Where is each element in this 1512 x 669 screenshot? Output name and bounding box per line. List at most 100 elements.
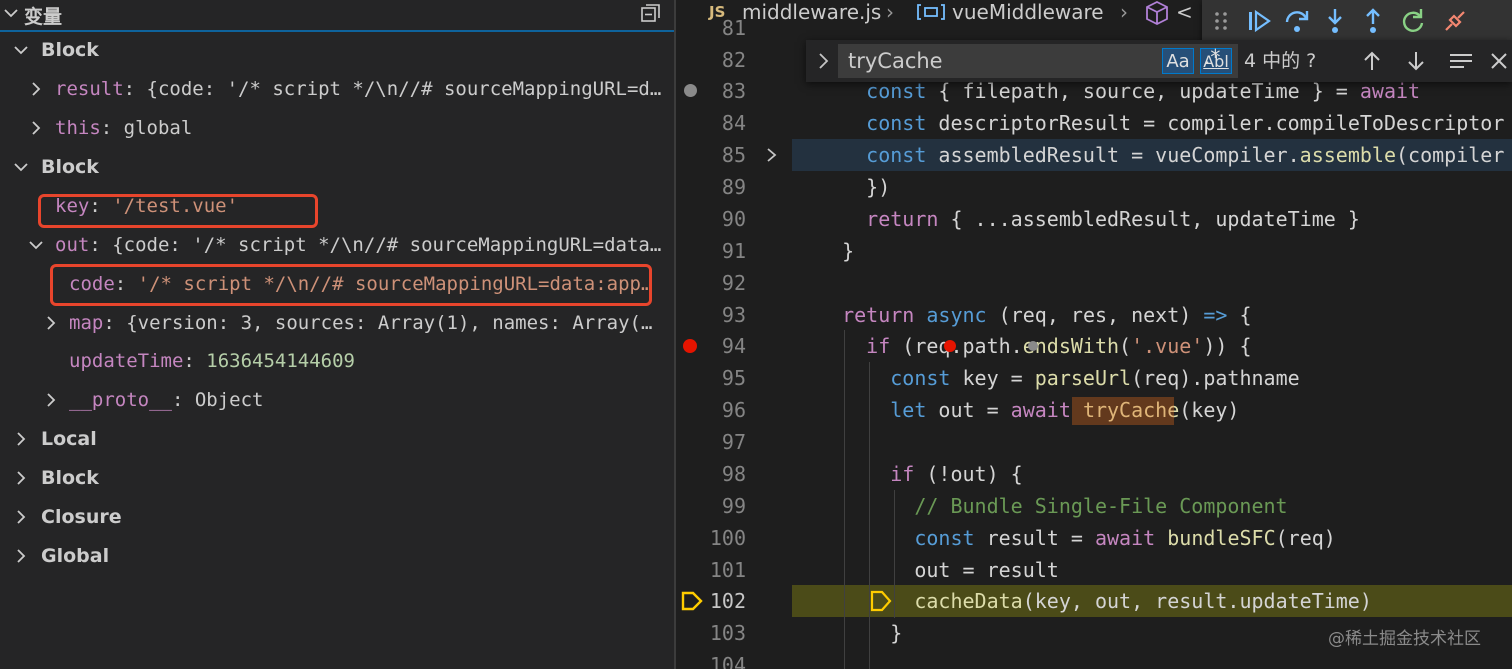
find-result-count: 4 中的 ? <box>1244 50 1317 72</box>
stack-frame-icon <box>870 590 892 612</box>
line-number: 84 <box>721 111 746 135</box>
scope-row[interactable]: Block <box>0 459 674 498</box>
code-line[interactable]: // Bundle Single-File Component <box>818 490 1287 522</box>
close-icon[interactable] <box>1488 49 1510 73</box>
code-line[interactable]: return { ...assembledResult, updateTime … <box>818 203 1360 235</box>
line-number: 103 <box>709 621 746 645</box>
toggle-replace-chevron-icon[interactable] <box>816 51 832 71</box>
code-line[interactable]: return async (req, res, next) => { <box>818 299 1251 331</box>
code-line[interactable]: } <box>818 235 854 267</box>
code-line[interactable]: const key = parseUrl(req).pathname <box>818 362 1299 394</box>
scope-row[interactable]: Local <box>0 420 674 459</box>
drag-handle-icon[interactable] <box>1206 6 1236 36</box>
variable-value: {code: '/* script */\n//# sourceMappingU… <box>112 234 662 256</box>
line-number: 89 <box>721 175 746 199</box>
disconnect-icon[interactable] <box>1440 6 1470 36</box>
chevron-right-icon[interactable] <box>42 391 60 409</box>
find-input-value[interactable]: tryCache <box>848 45 943 77</box>
line-number: 82 <box>721 48 746 72</box>
code-line[interactable]: out = result <box>818 554 1059 586</box>
scope-row[interactable]: Closure <box>0 498 674 537</box>
variable-name: updateTime <box>69 350 184 372</box>
variable-row[interactable]: __proto__: Object <box>0 381 674 420</box>
scope-row[interactable]: Global <box>0 537 674 576</box>
chevron-down-icon[interactable] <box>27 236 45 254</box>
previous-match-icon[interactable] <box>1360 49 1384 73</box>
breadcrumb-file[interactable]: middleware.js <box>742 0 881 24</box>
disabled-breakpoint-icon[interactable] <box>684 84 697 97</box>
variable-value: Object <box>194 389 264 411</box>
chevron-right-icon[interactable] <box>27 80 45 98</box>
breadcrumb-separator: › <box>886 0 894 24</box>
step-out-icon[interactable] <box>1358 6 1388 36</box>
variable-row[interactable]: result: {code: '/* script */\n//# source… <box>0 70 674 109</box>
chevron-right-icon[interactable] <box>27 119 45 137</box>
chevron-right-icon[interactable] <box>12 469 30 487</box>
variable-separator: : <box>183 350 207 372</box>
variable-name: map <box>69 312 104 334</box>
variable-row[interactable]: this: global <box>0 109 674 148</box>
code-line[interactable]: if (!out) { <box>818 458 1022 490</box>
watermark: @稀土掘金技术社区 <box>1328 629 1481 649</box>
inline-breakpoint-hint-icon[interactable] <box>1028 341 1038 351</box>
variable-separator: : <box>103 312 127 334</box>
line-number: 90 <box>721 207 746 231</box>
line-number: 93 <box>721 303 746 327</box>
search-match-highlight <box>1072 397 1174 425</box>
breadcrumb-symbol[interactable]: vueMiddleware <box>952 0 1104 24</box>
chevron-right-icon[interactable] <box>12 508 30 526</box>
regex-toggle-label[interactable]: .* <box>1204 45 1220 69</box>
line-number: 91 <box>721 239 746 263</box>
variable-row[interactable]: updateTime: 1636454144609 <box>0 342 674 381</box>
code-line[interactable]: const descriptorResult = compiler.compil… <box>818 107 1504 139</box>
chevron-down-icon[interactable] <box>12 158 30 176</box>
variables-header[interactable]: 变量 <box>0 0 674 28</box>
variable-separator: : <box>100 117 124 139</box>
code-line[interactable]: } <box>818 617 902 649</box>
fold-chevron-icon[interactable] <box>764 146 780 164</box>
chevron-right-icon[interactable] <box>12 430 30 448</box>
code-line[interactable]: const assembledResult = vueCompiler.asse… <box>818 139 1504 171</box>
line-number: 92 <box>721 271 746 295</box>
step-over-icon[interactable] <box>1282 6 1312 36</box>
breakpoint-icon[interactable] <box>683 339 697 353</box>
match-case-toggle[interactable]: Aa <box>1162 48 1194 74</box>
find-in-selection-icon[interactable] <box>1448 49 1474 73</box>
code-editor[interactable]: 81 82 83 84 85 89 90 91 92 93 94 95 96 9… <box>676 0 1512 669</box>
variable-row[interactable]: out: {code: '/* script */\n//# sourceMap… <box>0 226 674 265</box>
code-line[interactable]: let out = await tryCache(key) <box>818 394 1239 426</box>
line-number: 96 <box>721 398 746 422</box>
step-into-icon[interactable] <box>1320 6 1350 36</box>
paused-breakpoint-icon[interactable] <box>680 590 704 612</box>
variable-value: {version: 3, sources: Array(1), names: A… <box>126 312 653 334</box>
variable-value: {code: '/* script */\n//# sourceMappingU… <box>146 78 662 100</box>
annotation-box-code <box>50 264 652 306</box>
variable-row[interactable]: map: {version: 3, sources: Array(1), nam… <box>0 304 674 343</box>
line-number: 100 <box>709 526 746 550</box>
inline-breakpoint-icon[interactable] <box>944 340 956 352</box>
breadcrumb-more[interactable]: < <box>1176 0 1193 24</box>
next-match-icon[interactable] <box>1404 49 1428 73</box>
chevron-right-icon[interactable] <box>42 314 60 332</box>
restart-icon[interactable] <box>1398 6 1428 36</box>
chevron-down-icon[interactable] <box>12 41 30 59</box>
collapse-all-icon[interactable] <box>640 2 662 24</box>
code-line[interactable]: cacheData(key, out, result.updateTime) <box>818 585 1372 617</box>
variable-separator: : <box>171 389 195 411</box>
scope-row[interactable]: Block <box>0 31 674 70</box>
code-line[interactable]: const result = await bundleSFC(req) <box>818 522 1336 554</box>
line-number: 97 <box>721 430 746 454</box>
variable-separator: : <box>123 78 147 100</box>
scope-label: Global <box>41 545 110 567</box>
scope-row[interactable]: Block <box>0 148 674 187</box>
variables-panel: 变量 Block result: {code: '/* script */\n/… <box>0 0 674 669</box>
variable-name: this <box>55 117 101 139</box>
annotation-box-key <box>38 194 318 228</box>
line-number: 95 <box>721 366 746 390</box>
code-line[interactable]: }) <box>818 171 890 203</box>
scope-label: Closure <box>41 506 122 528</box>
chevron-down-icon[interactable] <box>2 4 20 22</box>
chevron-right-icon[interactable] <box>12 547 30 565</box>
continue-icon[interactable] <box>1244 6 1274 36</box>
scope-label: Block <box>41 467 99 489</box>
